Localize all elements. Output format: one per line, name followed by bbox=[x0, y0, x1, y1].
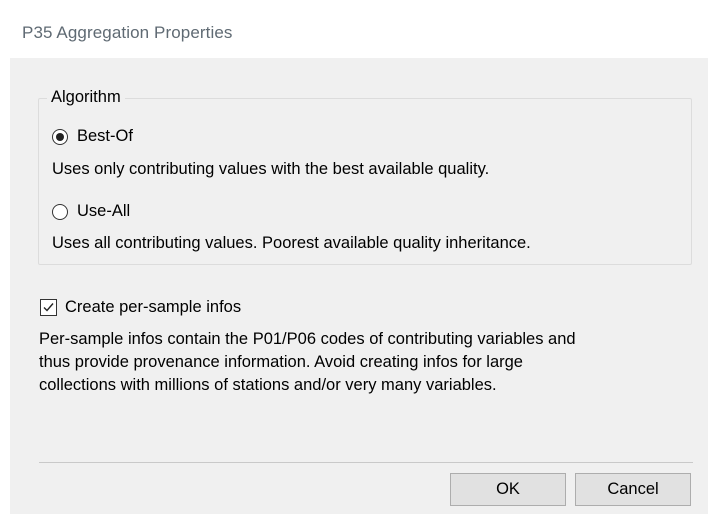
radio-best-of[interactable]: Best-Of bbox=[52, 127, 133, 146]
per-sample-description: Per-sample infos contain the P01/P06 cod… bbox=[39, 328, 689, 397]
best-of-description: Uses only contributing values with the b… bbox=[52, 160, 490, 178]
button-separator bbox=[39, 462, 693, 463]
algorithm-group-legend: Algorithm bbox=[47, 88, 125, 107]
per-sample-description-line: thus provide provenance information. Avo… bbox=[39, 353, 523, 371]
per-sample-checkbox[interactable] bbox=[40, 299, 57, 316]
radio-use-all-label[interactable]: Use-All bbox=[77, 202, 130, 221]
check-icon bbox=[43, 303, 54, 312]
per-sample-checkbox-row[interactable]: Create per-sample infos bbox=[40, 298, 241, 317]
dialog-title: P35 Aggregation Properties bbox=[22, 23, 233, 42]
radio-use-all-indicator[interactable] bbox=[52, 203, 68, 220]
cancel-button[interactable]: Cancel bbox=[575, 473, 691, 506]
title-bar: P35 Aggregation Properties bbox=[0, 0, 708, 58]
window-left-edge bbox=[0, 0, 10, 514]
use-all-description: Uses all contributing values. Poorest av… bbox=[52, 234, 531, 252]
per-sample-description-line: Per-sample infos contain the P01/P06 cod… bbox=[39, 330, 576, 348]
dialog-client-area: Algorithm Best-Of Uses only contributing… bbox=[10, 58, 708, 514]
ok-button[interactable]: OK bbox=[450, 473, 566, 506]
radio-best-of-indicator[interactable] bbox=[52, 128, 68, 145]
radio-best-of-label[interactable]: Best-Of bbox=[77, 127, 133, 146]
radio-use-all[interactable]: Use-All bbox=[52, 202, 130, 221]
properties-dialog: P35 Aggregation Properties Algorithm Bes… bbox=[0, 0, 708, 514]
algorithm-groupbox: Algorithm Best-Of Uses only contributing… bbox=[38, 88, 692, 265]
per-sample-checkbox-label[interactable]: Create per-sample infos bbox=[65, 298, 241, 317]
per-sample-description-line: collections with millions of stations an… bbox=[39, 376, 497, 394]
